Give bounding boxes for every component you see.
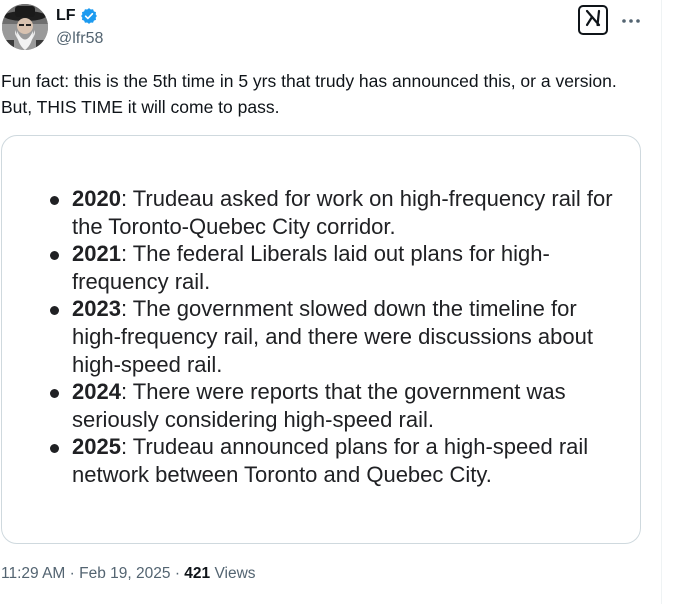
avatar-image [2, 4, 48, 50]
meta-separator: · [69, 565, 75, 582]
timeline-text: : Trudeau asked for work on high-frequen… [72, 186, 613, 239]
timeline-item-2024: 2024: There were reports that the govern… [50, 378, 630, 433]
timeline-item-2021: 2021: The federal Liberals laid out plan… [50, 240, 630, 295]
column-divider [661, 0, 662, 604]
timeline-list: 2020: Trudeau asked for work on high-fre… [50, 185, 630, 489]
timeline-text: : The government slowed down the timelin… [72, 296, 593, 377]
grok-icon [583, 8, 603, 33]
tweet-text: Fun fact: this is the 5th time in 5 yrs … [1, 71, 617, 117]
timeline-year: 2021 [72, 241, 121, 267]
avatar[interactable] [2, 4, 48, 50]
author-name-row[interactable]: LF [56, 7, 98, 25]
grok-button[interactable] [578, 5, 608, 35]
timeline-year: 2020 [72, 186, 121, 211]
timeline-item-2020: 2020: Trudeau asked for work on high-fre… [50, 185, 630, 240]
bullet-dot [50, 444, 59, 454]
more-options-button[interactable] [618, 9, 644, 31]
timeline-text: : There were reports that the government… [72, 379, 566, 432]
author-name[interactable]: LF [56, 7, 76, 25]
timeline-year: 2023 [72, 296, 121, 322]
more-icon [621, 11, 641, 29]
bullet-dot [50, 389, 59, 399]
timeline-item-2025: 2025: Trudeau announced plans for a high… [50, 433, 630, 488]
author-handle[interactable]: @lfr58 [56, 30, 103, 48]
timeline-year: 2024 [72, 379, 121, 405]
meta-separator: · [174, 565, 180, 582]
tweet-time[interactable]: 11:29 AM [1, 565, 65, 582]
views-count[interactable]: 421 [184, 565, 210, 582]
views-label: Views [214, 565, 256, 582]
bullet-dot [50, 306, 59, 316]
timeline-year: 2025 [72, 434, 121, 460]
bullet-dot [50, 251, 59, 261]
tweet-date[interactable]: Feb 19, 2025 [79, 565, 170, 582]
bullet-dot [50, 196, 59, 205]
verified-badge-icon [80, 7, 98, 25]
tweet-media-image[interactable]: 2020: Trudeau asked for work on high-fre… [1, 135, 641, 544]
timeline-text: : Trudeau announced plans for a high-spe… [72, 434, 589, 487]
timeline-item-2023: 2023: The government slowed down the tim… [50, 295, 630, 378]
tweet-meta: 11:29 AM · Feb 19, 2025 · 421 Views [1, 565, 256, 583]
timeline-text: : The federal Liberals laid out plans fo… [72, 241, 550, 294]
